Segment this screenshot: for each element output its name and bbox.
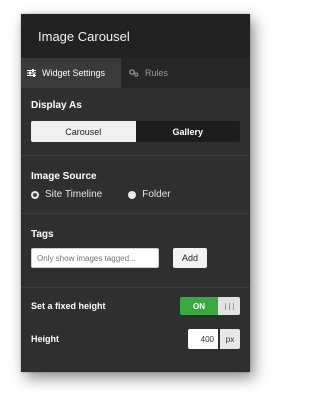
gallery-option[interactable]: Gallery — [135, 121, 240, 142]
settings-tabs: Widget Settings Rules — [21, 58, 250, 88]
folder-label: Folder — [142, 189, 171, 200]
fixed-height-label: Set a fixed height — [31, 301, 106, 311]
height-unit: px — [220, 329, 240, 349]
height-input[interactable]: 400 — [188, 329, 218, 349]
sliders-icon — [27, 69, 36, 77]
tab-rules[interactable]: Rules — [121, 58, 176, 88]
height-row: Height 400 px — [21, 324, 250, 354]
tab-widget-settings-label: Widget Settings — [42, 68, 106, 78]
image-source-heading: Image Source — [31, 171, 97, 182]
image-source-radios: Site Timeline Folder — [31, 189, 240, 200]
site-timeline-label: Site Timeline — [45, 189, 103, 200]
site-timeline-radio[interactable]: Site Timeline — [31, 189, 102, 200]
panel-title: Image Carousel — [38, 28, 130, 44]
carousel-option[interactable]: Carousel — [31, 121, 136, 142]
fixed-height-switch[interactable]: ON — [180, 297, 240, 315]
tab-rules-label: Rules — [145, 68, 169, 78]
panel-titlebar: Image Carousel — [21, 14, 250, 58]
folder-radio[interactable]: Folder — [128, 189, 171, 200]
gears-icon — [129, 69, 139, 77]
switch-knob[interactable] — [218, 297, 240, 315]
radio-checked-icon — [31, 190, 39, 199]
tags-row: Add — [31, 248, 240, 268]
tab-widget-settings[interactable]: Widget Settings — [21, 58, 121, 88]
switch-on-label: ON — [180, 297, 218, 315]
grip-icon — [224, 302, 234, 310]
fixed-height-row: Set a fixed height ON — [21, 288, 250, 324]
tags-section: Tags Add — [21, 214, 250, 288]
add-tag-button[interactable]: Add — [173, 248, 207, 268]
display-as-heading: Display As — [31, 100, 82, 111]
radio-unchecked-icon — [128, 190, 137, 199]
display-as-toggle: Carousel Gallery — [31, 121, 240, 142]
tags-input[interactable] — [31, 248, 159, 268]
display-as-section: Display As Carousel Gallery — [21, 88, 250, 156]
tags-heading: Tags — [31, 229, 54, 240]
image-carousel-panel: Image Carousel Widget Settings Rules Dis… — [21, 14, 250, 372]
image-source-section: Image Source Site Timeline Folder — [21, 156, 250, 214]
height-label: Height — [31, 334, 59, 344]
